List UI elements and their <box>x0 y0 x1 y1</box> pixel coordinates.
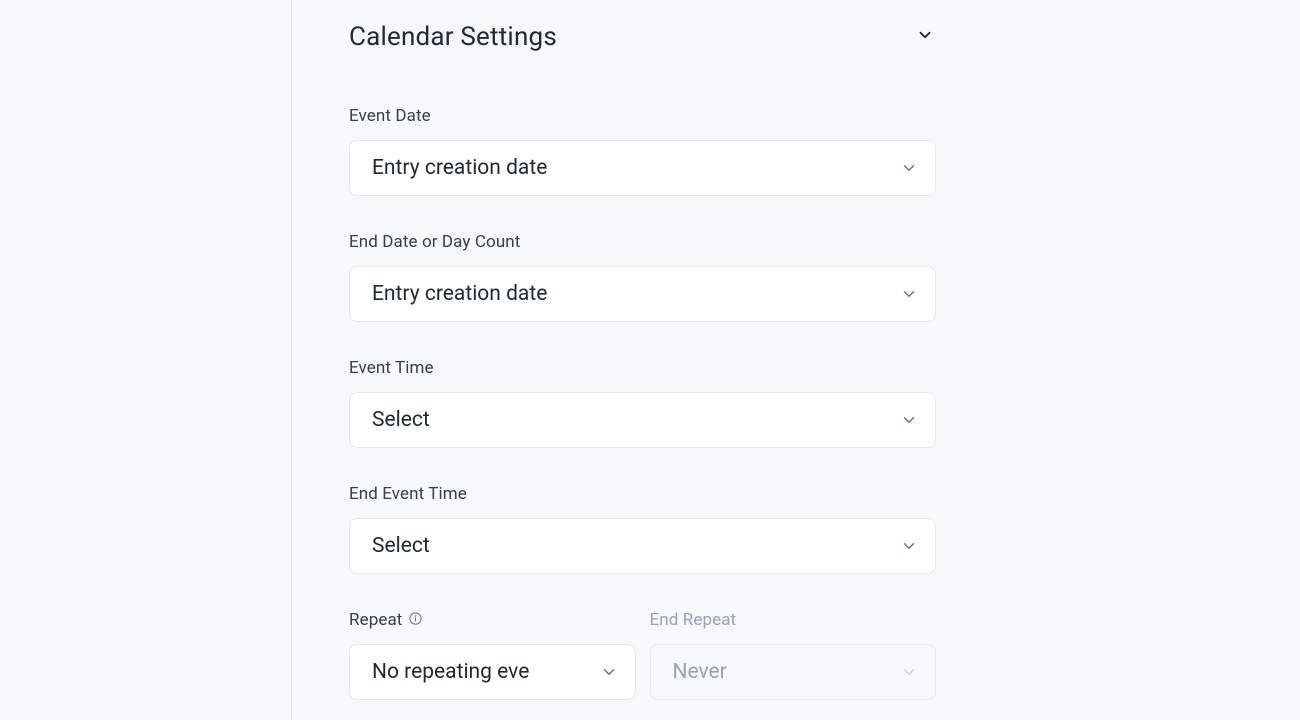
chevron-down-icon <box>916 26 934 48</box>
end-date-value: Entry creation date <box>372 282 547 306</box>
repeat-label-row: Repeat <box>349 610 636 630</box>
main-panel: Calendar Settings Event Date Entry creat… <box>293 0 1300 720</box>
repeat-row: Repeat No repeating eve End Repeat <box>349 610 936 700</box>
chevron-down-icon <box>899 662 919 682</box>
event-date-label: Event Date <box>349 106 936 126</box>
repeat-select[interactable]: No repeating eve <box>349 644 636 700</box>
repeat-label: Repeat <box>349 610 402 630</box>
calendar-settings-section: Calendar Settings Event Date Entry creat… <box>293 0 993 700</box>
end-repeat-field: End Repeat Never <box>650 610 937 700</box>
end-event-time-label: End Event Time <box>349 484 936 504</box>
event-time-field: Event Time Select <box>349 358 936 448</box>
section-collapse-toggle[interactable] <box>914 26 936 48</box>
event-date-field: Event Date Entry creation date <box>349 106 936 196</box>
chevron-down-icon <box>899 158 919 178</box>
end-repeat-value: Never <box>673 660 727 684</box>
end-date-field: End Date or Day Count Entry creation dat… <box>349 232 936 322</box>
chevron-down-icon <box>899 410 919 430</box>
info-icon[interactable] <box>407 610 424 627</box>
left-panel <box>0 0 292 720</box>
end-event-time-select[interactable]: Select <box>349 518 936 574</box>
event-time-select[interactable]: Select <box>349 392 936 448</box>
end-event-time-value: Select <box>372 534 430 558</box>
end-repeat-label: End Repeat <box>650 610 737 630</box>
section-header: Calendar Settings <box>349 18 936 52</box>
event-date-select[interactable]: Entry creation date <box>349 140 936 196</box>
event-time-label: Event Time <box>349 358 936 378</box>
repeat-field: Repeat No repeating eve <box>349 610 636 700</box>
section-title: Calendar Settings <box>349 22 557 52</box>
event-date-value: Entry creation date <box>372 156 547 180</box>
end-repeat-label-row: End Repeat <box>650 610 937 630</box>
end-repeat-select: Never <box>650 644 937 700</box>
chevron-down-icon <box>899 536 919 556</box>
end-date-select[interactable]: Entry creation date <box>349 266 936 322</box>
repeat-value: No repeating eve <box>372 660 529 684</box>
end-date-label: End Date or Day Count <box>349 232 936 252</box>
chevron-down-icon <box>899 284 919 304</box>
end-event-time-field: End Event Time Select <box>349 484 936 574</box>
event-time-value: Select <box>372 408 430 432</box>
chevron-down-icon <box>599 662 619 682</box>
